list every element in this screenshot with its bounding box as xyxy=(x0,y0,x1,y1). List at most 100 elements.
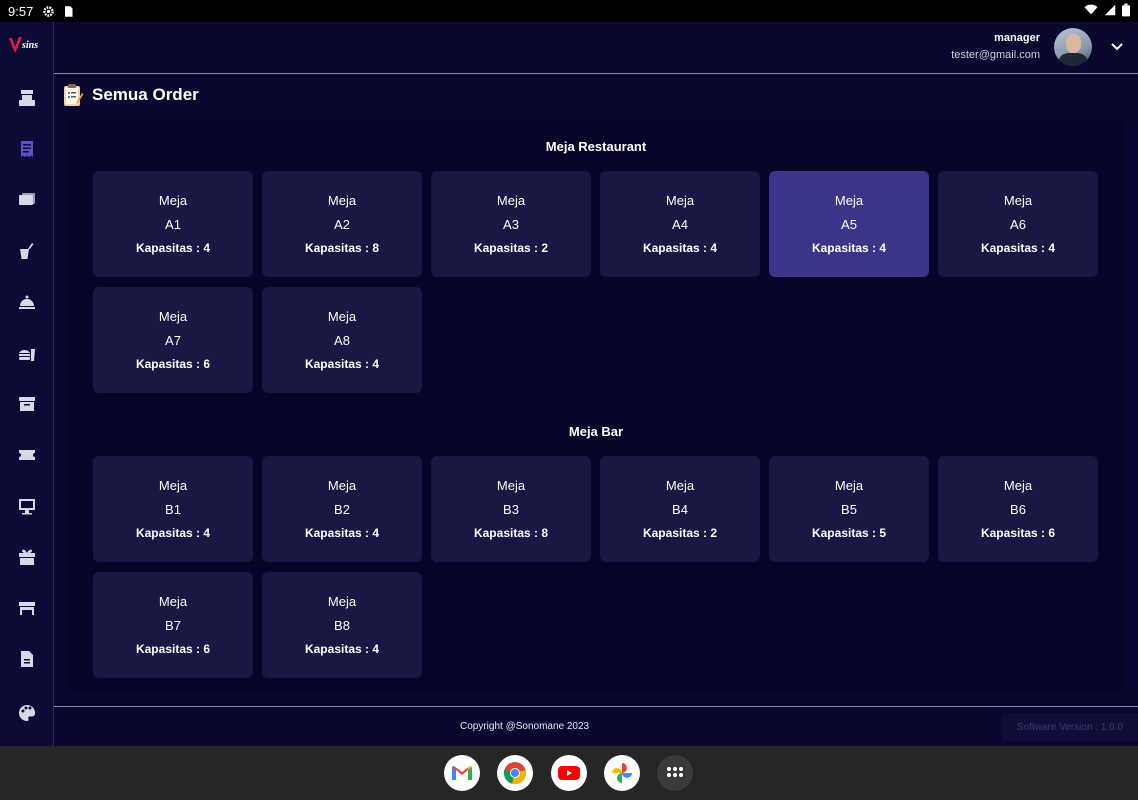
status-time: 9:57 xyxy=(8,3,34,19)
food-icon xyxy=(19,349,35,361)
app-drawer[interactable] xyxy=(657,755,693,791)
table-card-b6[interactable]: Meja B6 Kapasitas : 6 xyxy=(938,456,1098,562)
page-header: Semua Order xyxy=(54,74,1138,116)
table-code: A5 xyxy=(841,217,857,232)
cash-register-icon xyxy=(19,90,35,106)
nav-tickets[interactable] xyxy=(13,441,41,469)
user-role: manager xyxy=(994,32,1040,44)
copyright-text: Copyright @Sonomane 2023 xyxy=(460,721,590,732)
chevron-down-icon[interactable] xyxy=(1110,40,1124,54)
table-label: Meja xyxy=(158,478,188,493)
nav-promotions[interactable] xyxy=(13,543,41,571)
vsins-logo-icon: sins xyxy=(9,37,38,53)
table-code: A7 xyxy=(165,333,181,348)
section-title-restaurant: Meja Restaurant xyxy=(545,139,647,154)
table-card-a3[interactable]: Meja A3 Kapasitas : 2 xyxy=(431,171,591,277)
table-label: Meja xyxy=(327,594,357,609)
table-label: Meja xyxy=(834,193,864,208)
photos-app[interactable] xyxy=(604,755,640,791)
table-card-a7[interactable]: Meja A7 Kapasitas : 6 xyxy=(93,287,253,393)
table-capacity: Kapasitas : 6 xyxy=(135,357,211,371)
table-label: Meja xyxy=(496,478,526,493)
table-card-b8[interactable]: Meja B8 Kapasitas : 4 xyxy=(262,572,422,678)
table-label: Meja xyxy=(158,594,188,609)
battery-icon xyxy=(1122,3,1130,20)
app-drawer-icon xyxy=(667,767,683,777)
gift-icon xyxy=(19,549,35,565)
table-card-a6[interactable]: Meja A6 Kapasitas : 4 xyxy=(938,171,1098,277)
table-code: A6 xyxy=(1010,217,1026,232)
store-icon xyxy=(19,602,35,615)
settings-gear-icon xyxy=(41,4,55,18)
wifi-icon xyxy=(1084,3,1098,19)
gmail-icon xyxy=(452,766,472,780)
software-version: Software Version : 1.0.0 xyxy=(1002,713,1138,741)
table-card-b5[interactable]: Meja B5 Kapasitas : 5 xyxy=(769,456,929,562)
table-capacity: Kapasitas : 5 xyxy=(811,526,887,540)
table-code: B3 xyxy=(503,502,519,517)
nav-serving[interactable] xyxy=(13,288,41,316)
table-code: B6 xyxy=(1010,502,1026,517)
table-card-a2[interactable]: Meja A2 Kapasitas : 8 xyxy=(262,171,422,277)
signal-icon xyxy=(1104,4,1116,19)
table-code: B4 xyxy=(672,502,688,517)
app-logo[interactable]: sins xyxy=(8,34,46,56)
table-label: Meja xyxy=(665,478,695,493)
table-capacity: Kapasitas : 6 xyxy=(980,526,1056,540)
table-card-a4[interactable]: Meja A4 Kapasitas : 4 xyxy=(600,171,760,277)
table-code: A1 xyxy=(165,217,181,232)
gmail-app[interactable] xyxy=(444,755,480,791)
table-card-b4[interactable]: Meja B4 Kapasitas : 2 xyxy=(600,456,760,562)
drink-icon xyxy=(20,243,34,259)
table-capacity: Kapasitas : 2 xyxy=(473,241,549,255)
nav-orders[interactable] xyxy=(13,135,41,163)
table-code: B5 xyxy=(841,502,857,517)
table-card-b7[interactable]: Meja B7 Kapasitas : 6 xyxy=(93,572,253,678)
table-card-b2[interactable]: Meja B2 Kapasitas : 4 xyxy=(262,456,422,562)
table-label: Meja xyxy=(158,309,188,324)
nav-cashier[interactable] xyxy=(13,492,41,520)
table-capacity: Kapasitas : 4 xyxy=(304,357,380,371)
table-code: A4 xyxy=(672,217,688,232)
nav-cash-register[interactable] xyxy=(13,84,41,112)
table-code: A8 xyxy=(334,333,350,348)
archive-icon xyxy=(19,397,35,411)
avatar[interactable] xyxy=(1054,28,1092,66)
receipt-icon xyxy=(21,141,33,157)
palette-icon xyxy=(19,705,36,721)
nav-outlets[interactable] xyxy=(13,594,41,622)
table-card-a8[interactable]: Meja A8 Kapasitas : 4 xyxy=(262,287,422,393)
cloche-icon xyxy=(19,295,35,309)
table-label: Meja xyxy=(496,193,526,208)
nav-inventory[interactable] xyxy=(13,390,41,418)
table-card-b1[interactable]: Meja B1 Kapasitas : 4 xyxy=(93,456,253,562)
table-label: Meja xyxy=(834,478,864,493)
table-capacity: Kapasitas : 4 xyxy=(304,642,380,656)
nav-food[interactable] xyxy=(13,339,41,367)
footer: Copyright @Sonomane 2023 Software Versio… xyxy=(54,706,1138,746)
table-label: Meja xyxy=(1003,478,1033,493)
table-card-a5[interactable]: Meja A5 Kapasitas : 4 xyxy=(769,171,929,277)
chrome-app[interactable] xyxy=(497,755,533,791)
youtube-app[interactable] xyxy=(551,755,587,791)
table-code: A2 xyxy=(334,217,350,232)
money-icon xyxy=(19,193,35,205)
restaurant-tables-grid: Meja A1 Kapasitas : 4 Meja A2 Kapasitas : 8 Me… xyxy=(93,171,1099,393)
document-icon xyxy=(21,651,33,667)
nav-payments[interactable] xyxy=(13,186,41,214)
table-capacity: Kapasitas : 4 xyxy=(811,241,887,255)
table-card-b3[interactable]: Meja B3 Kapasitas : 8 xyxy=(431,456,591,562)
table-capacity: Kapasitas : 4 xyxy=(980,241,1056,255)
table-capacity: Kapasitas : 4 xyxy=(642,241,718,255)
table-capacity: Kapasitas : 8 xyxy=(473,526,549,540)
nav-theme[interactable] xyxy=(13,699,41,727)
nav-drinks[interactable] xyxy=(13,237,41,265)
nav-reports[interactable] xyxy=(13,645,41,673)
chrome-icon xyxy=(503,762,527,785)
photos-icon xyxy=(612,763,632,783)
table-capacity: Kapasitas : 4 xyxy=(135,526,211,540)
cashier-icon xyxy=(19,499,35,515)
bar-tables-grid: Meja B1 Kapasitas : 4 Meja B2 Kapasitas : 4 Me… xyxy=(93,456,1099,678)
table-card-a1[interactable]: Meja A1 Kapasitas : 4 xyxy=(93,171,253,277)
top-bar: manager tester@gmail.com xyxy=(54,22,1138,74)
